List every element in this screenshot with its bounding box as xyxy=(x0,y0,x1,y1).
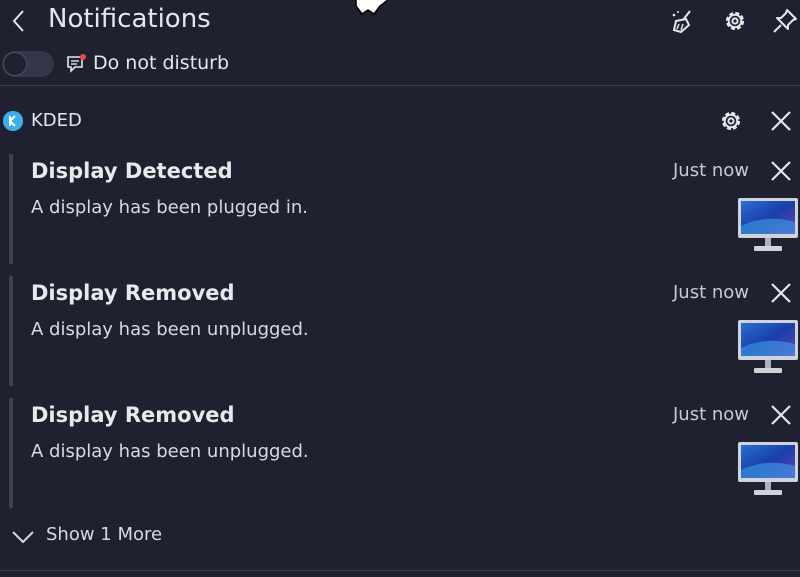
show-more-label: Show 1 More xyxy=(46,524,163,545)
settings-button[interactable] xyxy=(720,6,750,36)
notification-time: Just now xyxy=(673,282,750,303)
notification-body: A display has been plugged in. xyxy=(31,197,308,218)
notification-close-button[interactable] xyxy=(766,400,796,430)
back-button[interactable] xyxy=(6,6,32,36)
close-icon xyxy=(771,283,791,303)
clear-all-broom-icon xyxy=(672,10,691,34)
notification-bar xyxy=(9,276,13,386)
header-divider xyxy=(0,85,800,86)
notification-body: A display has been unplugged. xyxy=(31,441,309,462)
pin-icon xyxy=(773,9,797,33)
settings-gear-icon xyxy=(721,111,741,131)
notification-bar xyxy=(9,398,13,508)
notification-bar xyxy=(9,154,13,264)
notification-item[interactable]: Display Detected A display has been plug… xyxy=(0,154,800,266)
close-icon xyxy=(771,111,791,131)
notification-close-button[interactable] xyxy=(766,156,796,186)
notification-title: Display Removed xyxy=(31,281,235,305)
notification-item[interactable]: Display Removed A display has been unplu… xyxy=(0,276,800,388)
notification-time: Just now xyxy=(673,404,750,425)
toggle-knob xyxy=(3,52,27,76)
notification-close-button[interactable] xyxy=(766,278,796,308)
notification-title: Display Removed xyxy=(31,403,235,427)
clear-all-button[interactable] xyxy=(668,6,698,36)
notification-item[interactable]: Display Removed A display has been unplu… xyxy=(0,398,800,510)
group-settings-button[interactable] xyxy=(716,106,746,136)
monitor-icon xyxy=(738,320,798,373)
do-not-disturb-toggle[interactable] xyxy=(2,51,54,77)
notification-title: Display Detected xyxy=(31,159,233,183)
page-title: Notifications xyxy=(48,4,211,34)
settings-gear-icon xyxy=(725,11,745,31)
notification-time: Just now xyxy=(673,160,750,181)
close-icon xyxy=(771,161,791,181)
notification-body: A display has been unplugged. xyxy=(31,319,309,340)
app-name: KDED xyxy=(31,110,82,131)
pin-button[interactable] xyxy=(770,6,800,36)
mouse-cursor-icon xyxy=(355,0,389,16)
bottom-divider xyxy=(0,570,800,571)
close-icon xyxy=(771,405,791,425)
kde-logo-icon xyxy=(3,111,23,131)
group-close-button[interactable] xyxy=(766,106,796,136)
monitor-icon xyxy=(738,198,798,251)
chevron-down-icon xyxy=(12,531,34,544)
do-not-disturb-icon xyxy=(67,54,86,73)
monitor-icon xyxy=(738,442,798,495)
do-not-disturb-label[interactable]: Do not disturb xyxy=(93,52,229,74)
back-chevron-icon xyxy=(12,10,24,32)
